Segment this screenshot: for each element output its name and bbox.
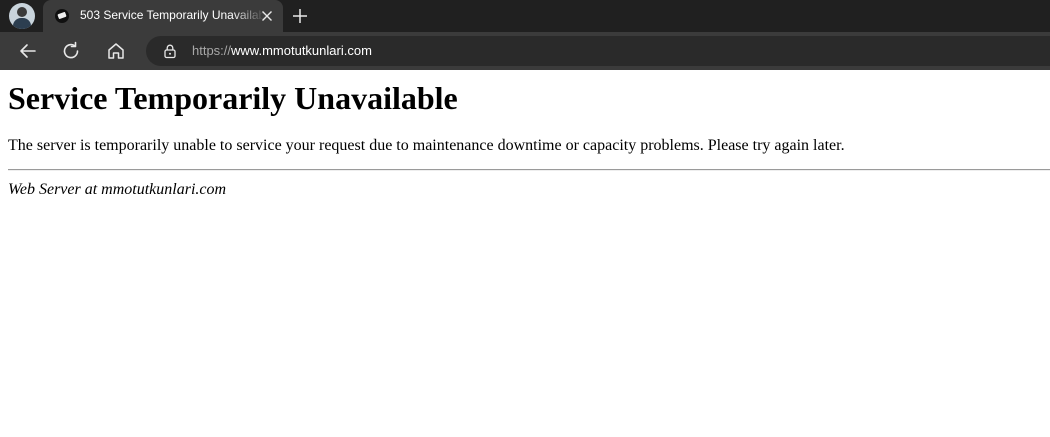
refresh-icon[interactable] <box>58 38 84 64</box>
avatar-head <box>17 7 27 17</box>
new-tab-icon[interactable] <box>290 6 310 26</box>
avatar-body <box>13 18 31 29</box>
page-title: Service Temporarily Unavailable <box>8 80 458 116</box>
url-scheme: https:// <box>192 43 232 58</box>
tab-strip: 503 Service Temporarily Unavailable <box>0 0 1050 32</box>
back-icon[interactable] <box>15 38 41 64</box>
profile-avatar[interactable] <box>9 3 35 29</box>
error-message: The server is temporarily unable to serv… <box>8 137 845 154</box>
url-text[interactable]: https://www.mmotutkunlari.com <box>192 43 372 58</box>
divider <box>8 169 1050 171</box>
page-content: Service Temporarily Unavailable The serv… <box>0 70 1050 437</box>
home-icon[interactable] <box>103 38 129 64</box>
address-bar[interactable]: https://www.mmotutkunlari.com <box>146 36 1050 66</box>
url-host: www.mmotutkunlari.com <box>231 43 372 58</box>
tab-title: 503 Service Temporarily Unavailable <box>80 8 265 22</box>
navigation-toolbar: https://www.mmotutkunlari.com <box>0 32 1050 70</box>
close-tab-icon[interactable] <box>257 6 277 26</box>
lock-icon[interactable] <box>162 43 178 59</box>
site-favicon-icon <box>55 9 69 23</box>
server-signature: Web Server at mmotutkunlari.com <box>8 181 227 198</box>
active-tab[interactable]: 503 Service Temporarily Unavailable <box>43 0 283 32</box>
